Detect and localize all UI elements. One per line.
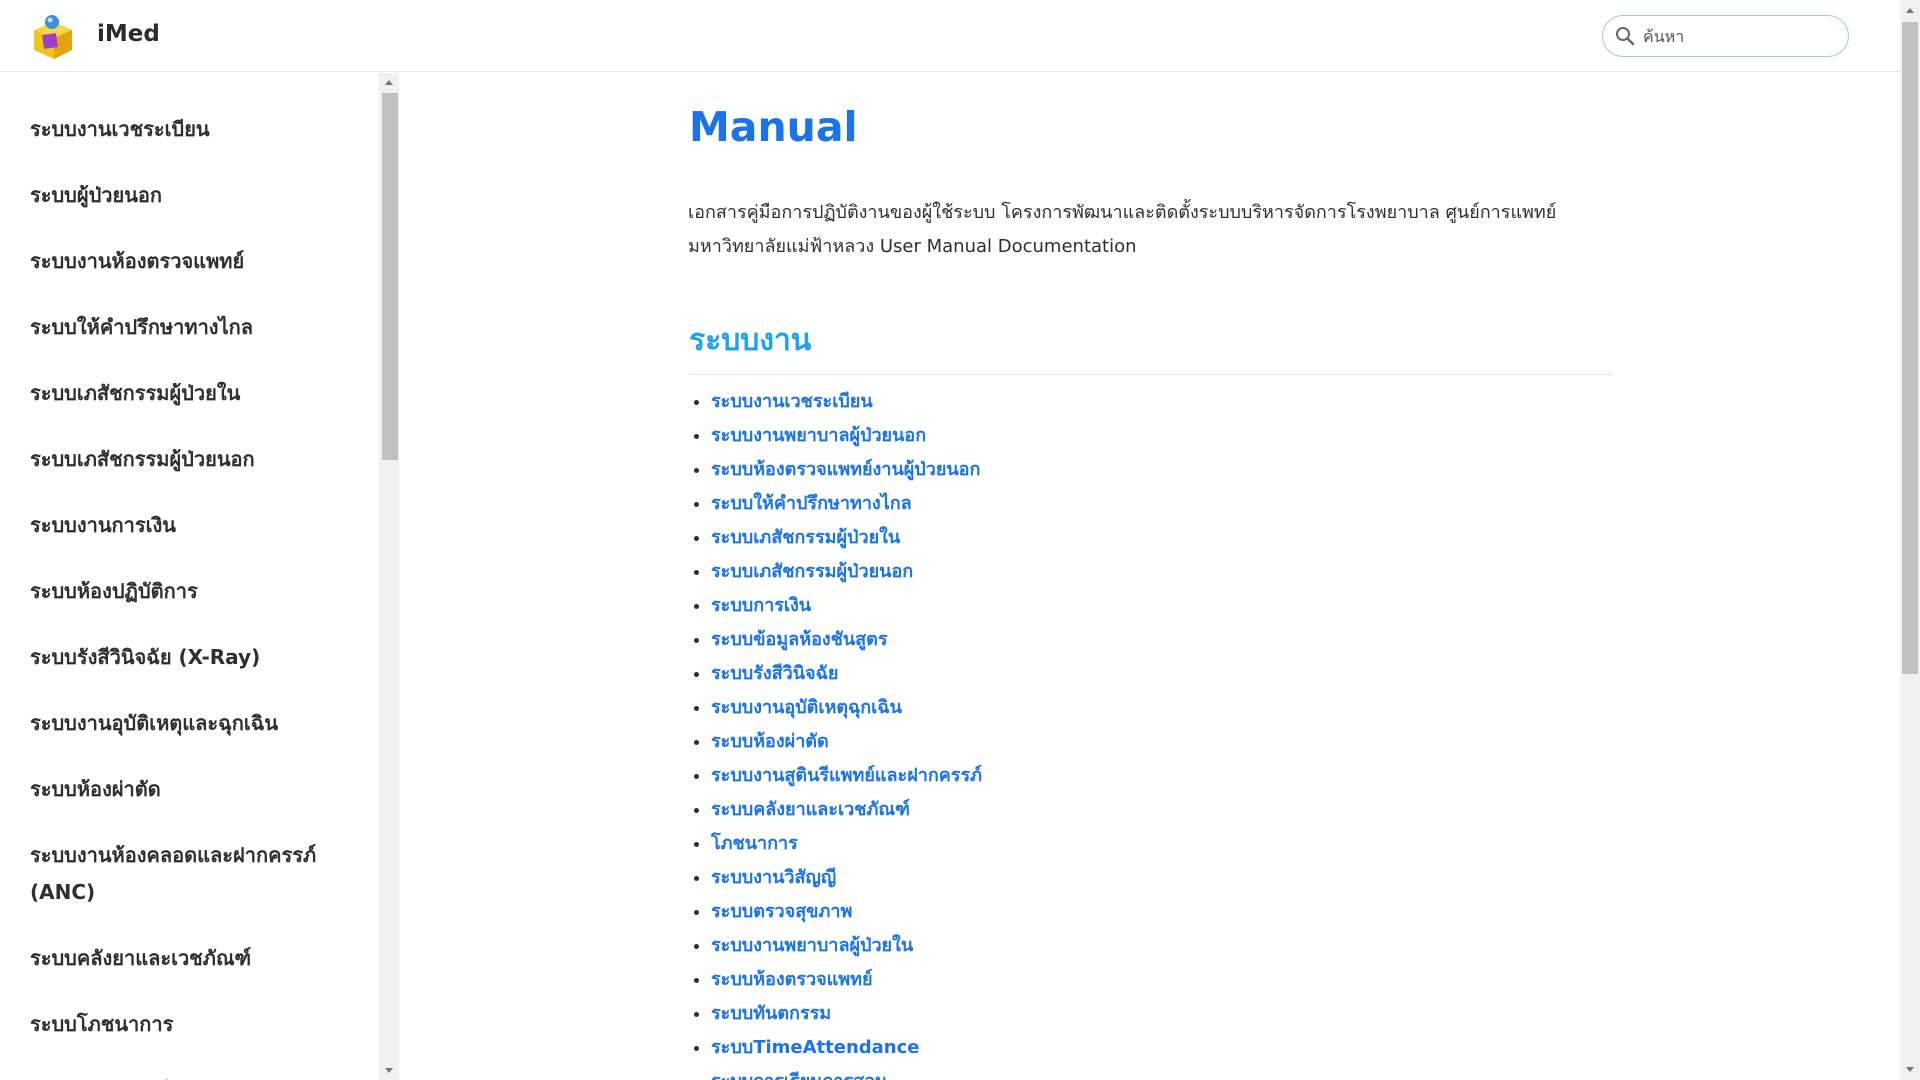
system-link[interactable]: ระบบรังสีวินิจฉัย — [711, 663, 838, 684]
system-link[interactable]: ระบบเภสัชกรรมผู้ป่วยนอก — [711, 561, 913, 582]
sidebar-item[interactable]: ระบบเภสัชกรรมผู้ป่วยนอก — [30, 441, 350, 478]
system-link[interactable]: ระบบงานพยาบาลผู้ป่วยนอก — [711, 425, 926, 446]
sidebar-item[interactable]: ระบบรังสีวินิจฉัย (X-Ray) — [30, 639, 350, 676]
sidebar-item[interactable]: ระบบงานการเงิน — [30, 507, 350, 544]
list-item: ระบบเภสัชกรรมผู้ป่วยใน — [711, 521, 982, 555]
sidebar-item[interactable]: ระบบงานห้องตรวจแพทย์ — [30, 243, 350, 280]
window-scrollbar[interactable] — [1900, 0, 1920, 1080]
sidebar-item[interactable]: ระบบงานวิสัญญี — [30, 1072, 350, 1080]
window-scroll-thumb[interactable] — [1902, 22, 1918, 674]
list-item: ระบบให้คำปรึกษาทางไกล — [711, 487, 982, 521]
list-item: ระบบห้องตรวจแพทย์งานผู้ป่วยนอก — [711, 453, 982, 487]
sidebar-item[interactable]: ระบบเภสัชกรรมผู้ป่วยใน — [30, 375, 350, 412]
intro-paragraph: เอกสารคู่มือการปฏิบัติงานของผู้ใช้ระบบ โ… — [688, 202, 1557, 257]
list-item: โภชนาการ — [711, 827, 982, 861]
sidebar-scroll-thumb[interactable] — [382, 93, 398, 460]
sidebar-item[interactable]: ระบบคลังยาและเวชภัณฑ์ — [30, 940, 350, 977]
list-item: ระบบงานพยาบาลผู้ป่วยใน — [711, 929, 982, 963]
scroll-down-arrow-icon[interactable] — [1906, 1067, 1914, 1072]
search-box[interactable] — [1602, 15, 1849, 57]
system-link[interactable]: ระบบงานพยาบาลผู้ป่วยใน — [711, 935, 913, 956]
list-item: ระบบตรวจสุขภาพ — [711, 895, 982, 929]
list-item: ระบบงานวิสัญญี — [711, 861, 982, 895]
scroll-down-arrow-icon[interactable] — [385, 1068, 393, 1073]
list-item: ระบบเภสัชกรรมผู้ป่วยนอก — [711, 555, 982, 589]
sidebar-nav: ระบบงานเวชระเบียน ระบบผู้ป่วยนอก ระบบงาน… — [0, 73, 350, 1080]
list-item: ระบบการเงิน — [711, 589, 982, 623]
sidebar-item[interactable]: ระบบงานห้องคลอดและฝากครรภ์ (ANC) — [30, 837, 350, 911]
main-content: Manual เอกสารคู่มือการปฏิบัติงานของผู้ใช… — [400, 73, 1900, 1080]
list-item: ระบบการเรียนการสอน — [711, 1065, 982, 1080]
section-heading: ระบบงาน — [689, 317, 1612, 375]
system-link[interactable]: ระบบห้องตรวจแพทย์งานผู้ป่วยนอก — [711, 459, 980, 480]
list-item: ระบบข้อมูลห้องชันสูตร — [711, 623, 982, 657]
list-item: ระบบห้องตรวจแพทย์ — [711, 963, 982, 997]
sidebar-item[interactable]: ระบบงานเวชระเบียน — [30, 111, 350, 148]
system-link[interactable]: ระบบงานเวชระเบียน — [711, 391, 873, 412]
list-item: ระบบงานสูตินรีแพทย์และฝากครรภ์ — [711, 759, 982, 793]
system-link[interactable]: ระบบงานวิสัญญี — [711, 867, 836, 888]
system-link[interactable]: โภชนาการ — [711, 833, 798, 854]
system-link[interactable]: ระบบงานอุบัติเหตุฉุกเฉิน — [711, 697, 902, 718]
list-item: ระบบงานอุบัติเหตุฉุกเฉิน — [711, 691, 982, 725]
top-header: iMed — [0, 0, 1900, 72]
brand-name[interactable]: iMed — [97, 21, 160, 47]
system-link[interactable]: ระบบTimeAttendance — [711, 1037, 920, 1058]
search-icon — [1616, 27, 1635, 46]
system-link[interactable]: ระบบเภสัชกรรมผู้ป่วยใน — [711, 527, 900, 548]
sidebar-item[interactable]: ระบบห้องปฏิบัติการ — [30, 573, 350, 610]
scroll-up-arrow-icon[interactable] — [385, 80, 393, 85]
system-link[interactable]: ระบบห้องตรวจแพทย์ — [711, 969, 873, 990]
list-item: ระบบงานเวชระเบียน — [711, 385, 982, 419]
scroll-up-arrow-icon[interactable] — [1906, 8, 1914, 13]
list-item: ระบบงานพยาบาลผู้ป่วยนอก — [711, 419, 982, 453]
sidebar: ระบบงานเวชระเบียน ระบบผู้ป่วยนอก ระบบงาน… — [0, 73, 400, 1080]
page-title: Manual — [689, 103, 858, 151]
system-link[interactable]: ระบบทันตกรรม — [711, 1003, 831, 1024]
sidebar-item[interactable]: ระบบให้คำปรึกษาทางไกล — [30, 309, 350, 346]
system-link[interactable]: ระบบงานสูตินรีแพทย์และฝากครรภ์ — [711, 765, 982, 786]
list-item: ระบบคลังยาและเวชภัณฑ์ — [711, 793, 982, 827]
list-item: ระบบทันตกรรม — [711, 997, 982, 1031]
list-item: ระบบTimeAttendance — [711, 1031, 982, 1065]
system-link[interactable]: ระบบการเงิน — [711, 595, 811, 616]
system-link[interactable]: ระบบห้องผ่าตัด — [711, 731, 829, 752]
system-link[interactable]: ระบบให้คำปรึกษาทางไกล — [711, 493, 912, 514]
system-link-list: ระบบงานเวชระเบียน ระบบงานพยาบาลผู้ป่วยนอ… — [689, 385, 982, 1080]
list-item: ระบบรังสีวินิจฉัย — [711, 657, 982, 691]
imed-logo-icon[interactable] — [28, 12, 78, 62]
search-input[interactable] — [1641, 25, 1831, 47]
sidebar-item[interactable]: ระบบโภชนาการ — [30, 1006, 350, 1043]
sidebar-scrollbar[interactable] — [379, 73, 399, 1080]
system-link[interactable]: ระบบคลังยาและเวชภัณฑ์ — [711, 799, 910, 820]
sidebar-item[interactable]: ระบบงานอุบัติเหตุและฉุกเฉิน — [30, 705, 350, 742]
sidebar-item[interactable]: ระบบห้องผ่าตัด — [30, 771, 350, 808]
sidebar-item[interactable]: ระบบผู้ป่วยนอก — [30, 177, 350, 214]
system-link[interactable]: ระบบข้อมูลห้องชันสูตร — [711, 629, 888, 650]
system-link[interactable]: ระบบตรวจสุขภาพ — [711, 901, 852, 922]
list-item: ระบบห้องผ่าตัด — [711, 725, 982, 759]
system-link[interactable]: ระบบการเรียนการสอน — [711, 1071, 887, 1080]
